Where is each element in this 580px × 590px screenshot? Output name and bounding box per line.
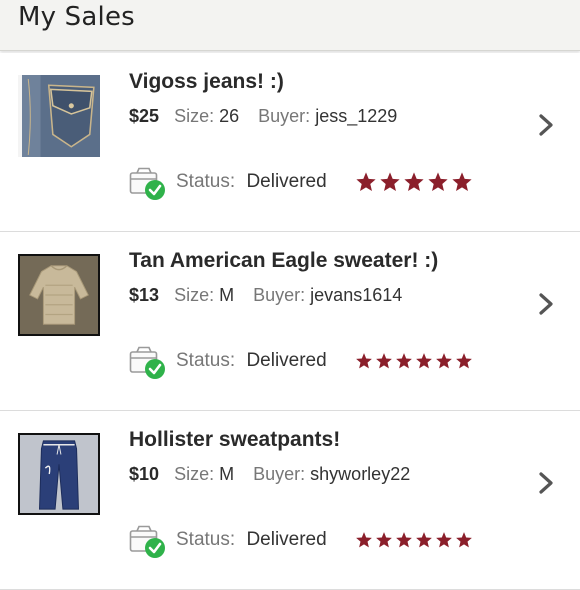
sales-list: Vigoss jeans! :) $25 Size: 26 Buyer: jes…: [0, 53, 580, 590]
buyer-username[interactable]: shyworley22: [310, 464, 410, 484]
star-icon: [396, 353, 412, 369]
app-header: My Sales: [0, 0, 580, 51]
star-icon: [416, 532, 432, 548]
buyer-label: Buyer:: [258, 106, 311, 126]
page-title: My Sales: [18, 2, 135, 32]
buyer-label: Buyer:: [253, 464, 306, 484]
star-icon: [436, 353, 452, 369]
star-icon: [376, 532, 392, 548]
price: $10: [129, 464, 160, 484]
delivery-status: Status: Delivered: [176, 529, 327, 551]
delivery-status: Status: Delivered: [176, 350, 327, 372]
rating-stars: [355, 350, 473, 372]
price: $13: [129, 285, 160, 305]
product-thumbnail[interactable]: [18, 254, 100, 336]
item-title[interactable]: Tan American Eagle sweater! :): [129, 249, 438, 273]
chevron-right-icon[interactable]: [537, 292, 555, 316]
size-value: 26: [219, 106, 240, 126]
chevron-right-icon[interactable]: [537, 471, 555, 495]
chevron-right-icon[interactable]: [537, 113, 555, 137]
rating-stars: [355, 529, 473, 551]
star-icon: [436, 532, 452, 548]
star-icon: [452, 172, 472, 191]
star-icon: [396, 532, 412, 548]
item-title[interactable]: Vigoss jeans! :): [129, 70, 284, 94]
size-value: M: [219, 285, 235, 305]
star-icon: [356, 353, 372, 369]
delivered-package-icon: [129, 167, 165, 200]
star-icon: [428, 172, 448, 191]
delivered-package-icon: [129, 525, 165, 558]
status-value: Delivered: [246, 171, 327, 192]
buyer-username[interactable]: jevans1614: [310, 285, 402, 305]
star-icon: [456, 353, 472, 369]
star-icon: [356, 532, 372, 548]
star-icon: [376, 353, 392, 369]
price: $25: [129, 106, 160, 126]
item-meta: $10 Size: M Buyer: shyworley22: [129, 464, 424, 485]
size-label: Size:: [174, 106, 215, 126]
sale-item[interactable]: Tan American Eagle sweater! :) $13 Size:…: [0, 232, 580, 411]
jeans-pocket-photo-icon: [18, 75, 100, 157]
size-value: M: [219, 464, 235, 484]
rating-stars: [355, 171, 473, 193]
product-thumbnail[interactable]: [18, 433, 100, 515]
size-label: Size:: [174, 464, 215, 484]
buyer-label: Buyer:: [253, 285, 306, 305]
item-meta: $25 Size: 26 Buyer: jess_1229: [129, 106, 411, 127]
buyer-username[interactable]: jess_1229: [315, 106, 397, 126]
delivery-status: Status: Delivered: [176, 171, 327, 193]
product-thumbnail[interactable]: [18, 75, 100, 157]
sweatpants-photo-icon: [20, 435, 98, 513]
star-icon: [356, 172, 376, 191]
star-icon: [456, 532, 472, 548]
status-label: Status:: [176, 529, 236, 550]
size-label: Size:: [174, 285, 215, 305]
star-icon: [416, 353, 432, 369]
status-label: Status:: [176, 350, 236, 371]
sale-item[interactable]: Vigoss jeans! :) $25 Size: 26 Buyer: jes…: [0, 53, 580, 232]
status-value: Delivered: [246, 350, 327, 371]
star-icon: [380, 172, 400, 191]
sweater-photo-icon: [20, 256, 98, 334]
status-label: Status:: [176, 171, 236, 192]
star-icon: [404, 172, 424, 191]
sale-item[interactable]: Hollister sweatpants! $10 Size: M Buyer:…: [0, 411, 580, 590]
item-title[interactable]: Hollister sweatpants!: [129, 428, 340, 452]
status-value: Delivered: [246, 529, 327, 550]
item-meta: $13 Size: M Buyer: jevans1614: [129, 285, 416, 306]
delivered-package-icon: [129, 346, 165, 379]
